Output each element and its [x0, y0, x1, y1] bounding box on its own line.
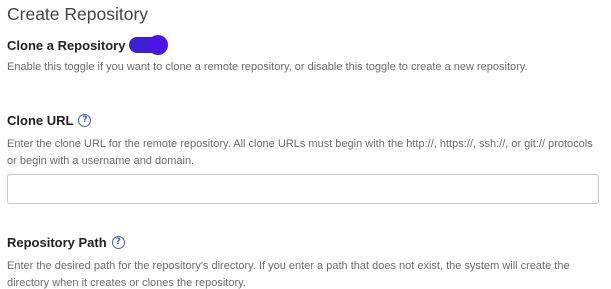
clone-repository-toggle[interactable]	[129, 35, 169, 55]
question-circle-icon[interactable]: ?	[111, 235, 125, 249]
clone-url-input[interactable]	[7, 174, 599, 204]
clone-url-help-text: Enter the clone URL for the remote repos…	[7, 138, 593, 167]
question-circle-icon[interactable]: ?	[78, 113, 92, 127]
repository-path-help-text: Enter the desired path for the repositor…	[7, 260, 570, 289]
repository-path-label: Repository Path	[7, 234, 107, 250]
clone-toggle-label: Clone a Repository	[7, 37, 126, 53]
clone-toggle-help-text: Enable this toggle if you want to clone …	[7, 61, 528, 73]
page-title: Create Repository	[7, 4, 149, 24]
repository-path-label-row: Repository Path ?	[7, 233, 125, 251]
clone-url-label: Clone URL	[7, 112, 74, 128]
toggle-knob	[148, 35, 169, 55]
clone-url-label-row: Clone URL ?	[7, 111, 92, 129]
clone-toggle-row: Clone a Repository	[7, 35, 169, 55]
